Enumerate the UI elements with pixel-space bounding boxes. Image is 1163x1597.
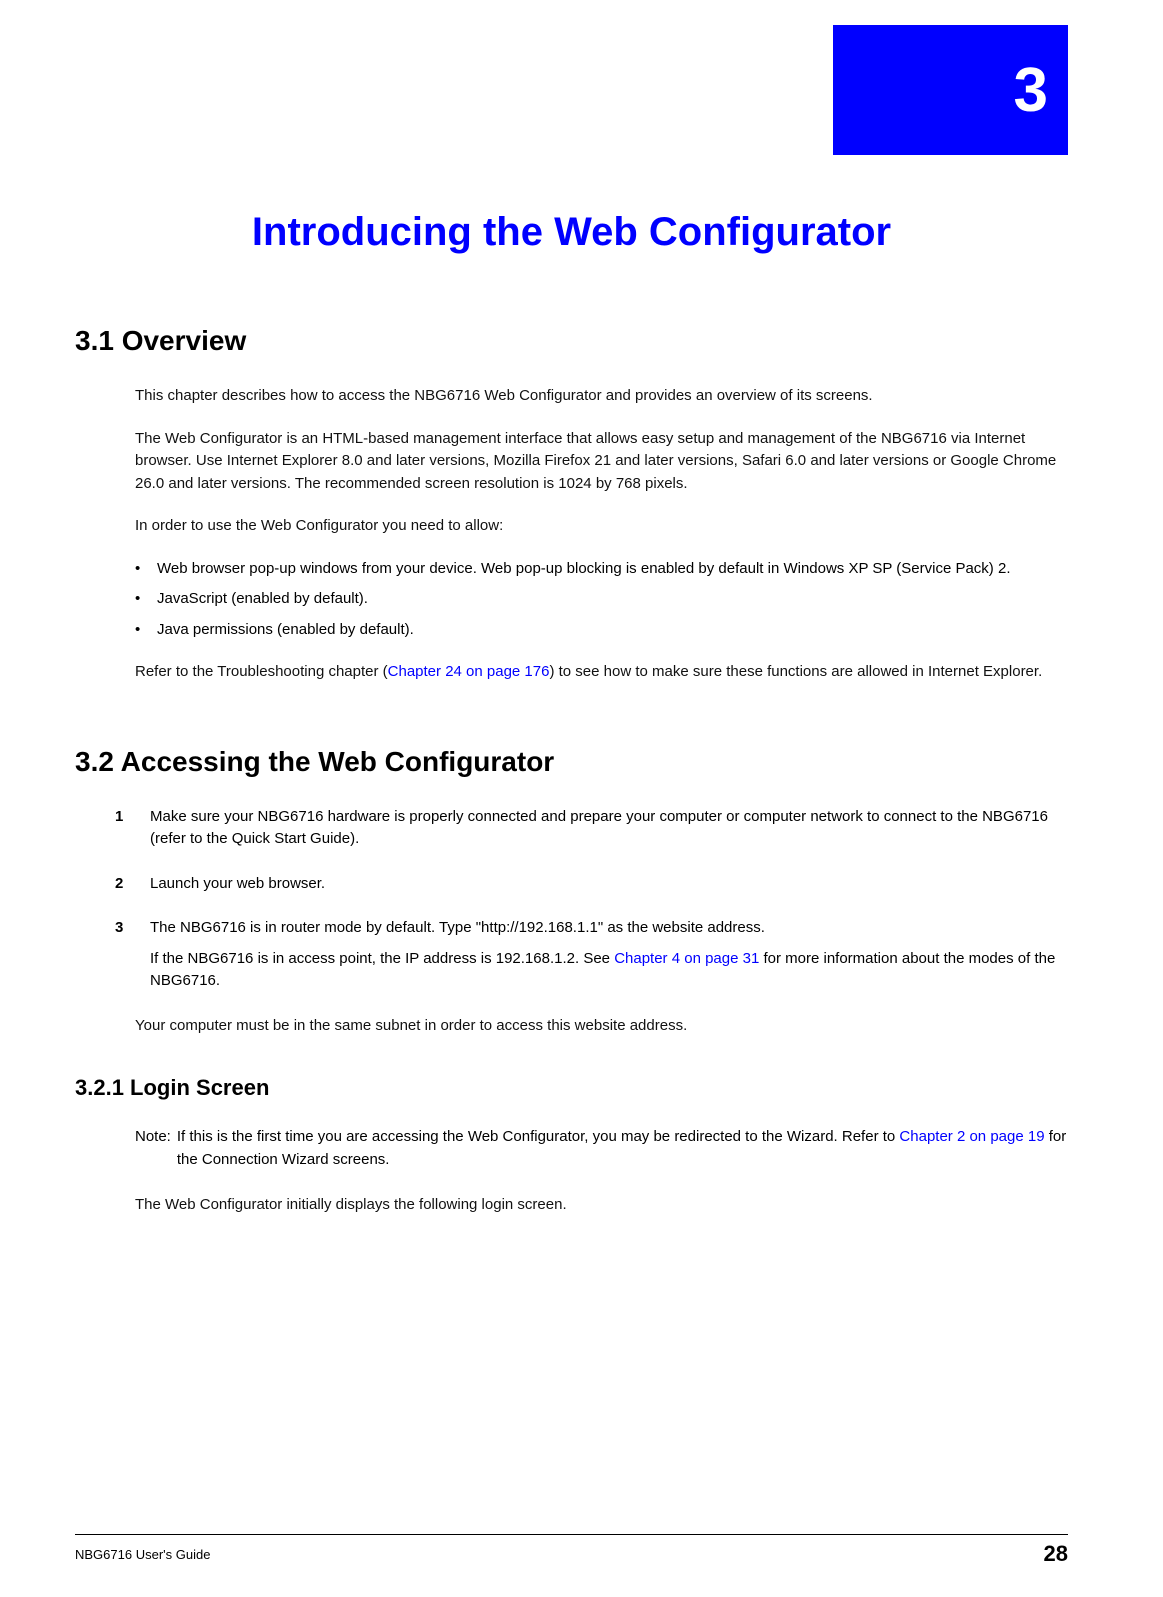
step-sub-text: If the NBG6716 is in access point, the I… [150,948,1068,993]
body-paragraph: This chapter describes how to access the… [135,385,1068,408]
text-fragment: If this is the first time you are access… [177,1128,900,1145]
numbered-item: 3 The NBG6716 is in router mode by defau… [115,917,1068,993]
numbered-item: 2 Launch your web browser. [115,873,1068,896]
bullet-item: • Java permissions (enabled by default). [135,619,1068,642]
body-paragraph: Refer to the Troubleshooting chapter (Ch… [135,661,1068,684]
note-content: If this is the first time you are access… [177,1125,1068,1172]
bullet-item: • JavaScript (enabled by default). [135,588,1068,611]
step-number: 2 [115,873,150,896]
bullet-list: • Web browser pop-up windows from your d… [135,558,1068,642]
chapter-title: Introducing the Web Configurator [75,210,1068,255]
cross-reference-link[interactable]: Chapter 4 on page 31 [614,950,759,967]
step-text: Launch your web browser. [150,873,1068,896]
text-fragment: ) to see how to make sure these function… [549,663,1042,680]
page-container: 3 Introducing the Web Configurator 3.1 O… [0,0,1163,1597]
step-text: Make sure your NBG6716 hardware is prope… [150,806,1068,851]
bullet-marker: • [135,588,157,611]
footer-guide-title: NBG6716 User's Guide [75,1547,210,1562]
bullet-text: JavaScript (enabled by default). [157,588,1068,611]
note-block: Note: If this is the first time you are … [135,1125,1068,1172]
text-fragment: Refer to the Troubleshooting chapter ( [135,663,388,680]
text-fragment: The NBG6716 is in router mode by default… [150,919,765,936]
section-heading-accessing: 3.2 Accessing the Web Configurator [75,746,1068,778]
text-fragment: If the NBG6716 is in access point, the I… [150,950,614,967]
step-text: The NBG6716 is in router mode by default… [150,917,1068,993]
body-paragraph: The Web Configurator is an HTML-based ma… [135,428,1068,496]
step-number: 1 [115,806,150,851]
bullet-marker: • [135,558,157,581]
footer-page-number: 28 [1044,1541,1068,1567]
section-heading-overview: 3.1 Overview [75,325,1068,357]
numbered-item: 1 Make sure your NBG6716 hardware is pro… [115,806,1068,851]
body-paragraph: Your computer must be in the same subnet… [135,1015,1068,1038]
body-paragraph: In order to use the Web Configurator you… [135,515,1068,538]
note-label: Note: [135,1125,177,1172]
chapter-number-box: 3 [833,25,1068,155]
bullet-text: Java permissions (enabled by default). [157,619,1068,642]
page-footer: NBG6716 User's Guide 28 [75,1534,1068,1567]
bullet-item: • Web browser pop-up windows from your d… [135,558,1068,581]
cross-reference-link[interactable]: Chapter 24 on page 176 [388,663,550,680]
step-number: 3 [115,917,150,993]
cross-reference-link[interactable]: Chapter 2 on page 19 [899,1128,1044,1145]
chapter-number: 3 [1014,55,1048,126]
bullet-text: Web browser pop-up windows from your dev… [157,558,1068,581]
subsection-heading-login: 3.2.1 Login Screen [75,1075,1068,1101]
body-paragraph: The Web Configurator initially displays … [135,1194,1068,1217]
bullet-marker: • [135,619,157,642]
numbered-list: 1 Make sure your NBG6716 hardware is pro… [115,806,1068,993]
